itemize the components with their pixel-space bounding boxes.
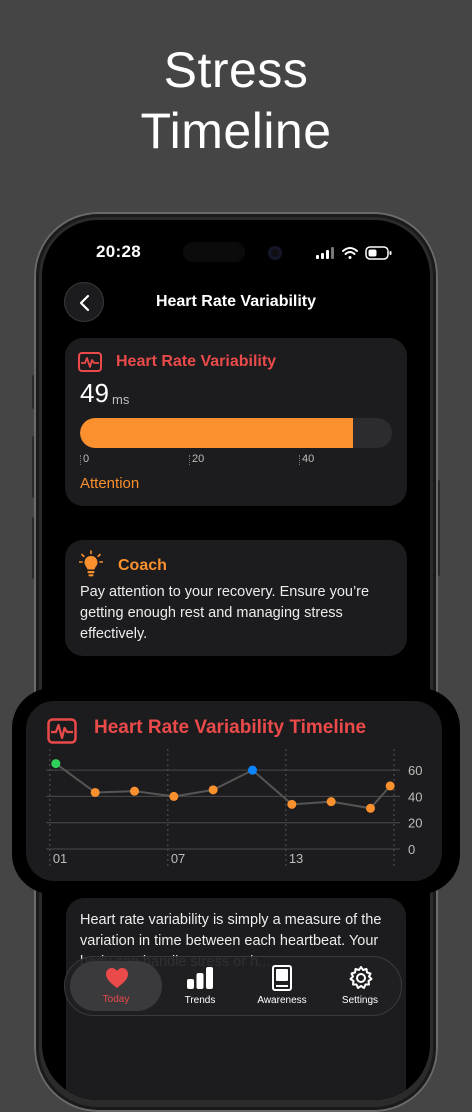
page-title: Heart Rate Variability <box>155 293 317 310</box>
tab-awareness-label: Awareness <box>257 995 307 1006</box>
y-tick-label: 0 <box>408 842 415 857</box>
scale-label-40: 40 <box>302 453 315 465</box>
bar-chart-icon <box>187 967 213 989</box>
tab-awareness[interactable]: Awareness <box>242 957 322 1015</box>
tab-trends[interactable]: Trends <box>160 957 240 1015</box>
data-point <box>287 799 297 809</box>
tab-today-label: Today <box>102 994 130 1005</box>
battery-icon <box>365 246 392 260</box>
coach-card: Coach Pay attention to your recovery. En… <box>65 540 407 656</box>
tab-trends-label: Trends <box>184 995 216 1006</box>
x-tick-label: 13 <box>289 851 303 866</box>
timeline-card[interactable]: Heart Rate Variability Timeline 0 20 40 60 0… <box>26 701 442 881</box>
scale-tick <box>189 455 191 465</box>
camera-icon <box>268 246 282 260</box>
y-tick-label: 20 <box>408 816 422 831</box>
hrv-progress-fill <box>80 418 353 448</box>
hrv-card-title: Heart Rate Variability <box>116 353 277 370</box>
data-point <box>208 785 218 795</box>
x-tick-label: 07 <box>171 851 185 866</box>
data-point <box>385 781 395 791</box>
y-tick-label: 60 <box>408 763 422 778</box>
data-point <box>130 786 139 796</box>
heart-monitor-icon <box>78 352 102 372</box>
scale-tick <box>80 455 82 465</box>
hrv-unit: ms <box>112 392 130 407</box>
dynamic-island <box>183 242 245 262</box>
headline-line1: Stress <box>163 42 309 98</box>
phone-screen: 20:28 Heart Rate Variability Heart Rate … <box>42 220 430 1100</box>
tab-bar: Today Trends Awareness Settings <box>64 956 402 1016</box>
hrv-status-label: Attention <box>80 475 140 492</box>
lightbulb-icon <box>79 550 103 577</box>
tab-settings[interactable]: Settings <box>320 957 400 1015</box>
signal-icon <box>316 247 334 259</box>
x-tick-label: 01 <box>53 851 67 866</box>
highlight-point <box>248 765 257 775</box>
data-point <box>366 803 375 813</box>
highlight-point <box>51 759 61 769</box>
coach-text: Pay attention to your recovery. Ensure y… <box>80 584 370 642</box>
tab-today[interactable]: Today <box>70 961 162 1011</box>
hrv-timeline-chart: 0 20 40 60 01 07 13 <box>46 749 422 867</box>
data-point <box>326 797 336 807</box>
scale-label-0: 0 <box>83 453 90 465</box>
status-icons <box>316 246 392 260</box>
tab-settings-label: Settings <box>341 995 379 1006</box>
scale-label-20: 20 <box>192 453 205 465</box>
y-tick-label: 40 <box>408 789 422 804</box>
book-icon <box>272 965 292 991</box>
scale-tick <box>299 455 301 465</box>
hrv-summary-card[interactable]: Heart Rate Variability 49 ms 0 20 40 Att… <box>65 338 407 506</box>
hrv-progress-track <box>80 418 392 448</box>
wifi-icon <box>342 247 358 259</box>
coach-title: Coach <box>118 557 167 574</box>
data-point <box>169 791 179 801</box>
data-point <box>90 787 100 797</box>
headline-line2: Timeline <box>140 103 332 159</box>
status-time: 20:28 <box>96 242 141 261</box>
hrv-value: 49 <box>80 378 109 408</box>
heart-icon <box>106 968 128 988</box>
gear-icon <box>349 966 373 989</box>
